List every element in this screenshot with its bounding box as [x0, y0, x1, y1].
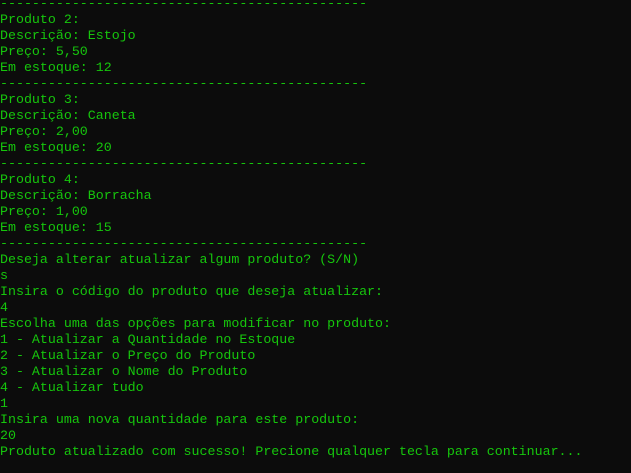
- console-line: Preço: 5,50: [0, 44, 88, 59]
- console-line: Preço: 1,00: [0, 204, 88, 219]
- console-line: Descrição: Estojo: [0, 28, 136, 43]
- console-line: Em estoque: 15: [0, 220, 112, 235]
- console-line: 2 - Atualizar o Preço do Produto: [0, 348, 256, 363]
- console-line: 3 - Atualizar o Nome do Produto: [0, 364, 248, 379]
- console-line: Descrição: Borracha: [0, 188, 152, 203]
- separator-line: ----------------------------------------…: [0, 0, 368, 11]
- console-line: Escolha uma das opções para modificar no…: [0, 316, 391, 331]
- console-line: Produto 2:: [0, 12, 80, 27]
- console-line: s: [0, 268, 8, 283]
- console-line: Produto 4:: [0, 172, 80, 187]
- console-line: Insira o código do produto que deseja at…: [0, 284, 384, 299]
- console-line: Em estoque: 20: [0, 140, 112, 155]
- console-output: ----------------------------------------…: [0, 0, 583, 460]
- console-line: Descrição: Caneta: [0, 108, 136, 123]
- console-line: 20: [0, 428, 16, 443]
- separator-line: ----------------------------------------…: [0, 236, 368, 251]
- separator-line: ----------------------------------------…: [0, 156, 368, 171]
- separator-line: ----------------------------------------…: [0, 76, 368, 91]
- console-line: 4 - Atualizar tudo: [0, 380, 144, 395]
- console-line: Preço: 2,00: [0, 124, 88, 139]
- console-line: Insira uma nova quantidade para este pro…: [0, 412, 360, 427]
- console-line: Deseja alterar atualizar algum produto? …: [0, 252, 360, 267]
- console-line: 1: [0, 396, 8, 411]
- console-line: Produto 3:: [0, 92, 80, 107]
- console-line: 4: [0, 300, 8, 315]
- console-line: 1 - Atualizar a Quantidade no Estoque: [0, 332, 296, 347]
- console-line: Produto atualizado com sucesso! Precione…: [0, 444, 583, 459]
- console-line: Em estoque: 12: [0, 60, 112, 75]
